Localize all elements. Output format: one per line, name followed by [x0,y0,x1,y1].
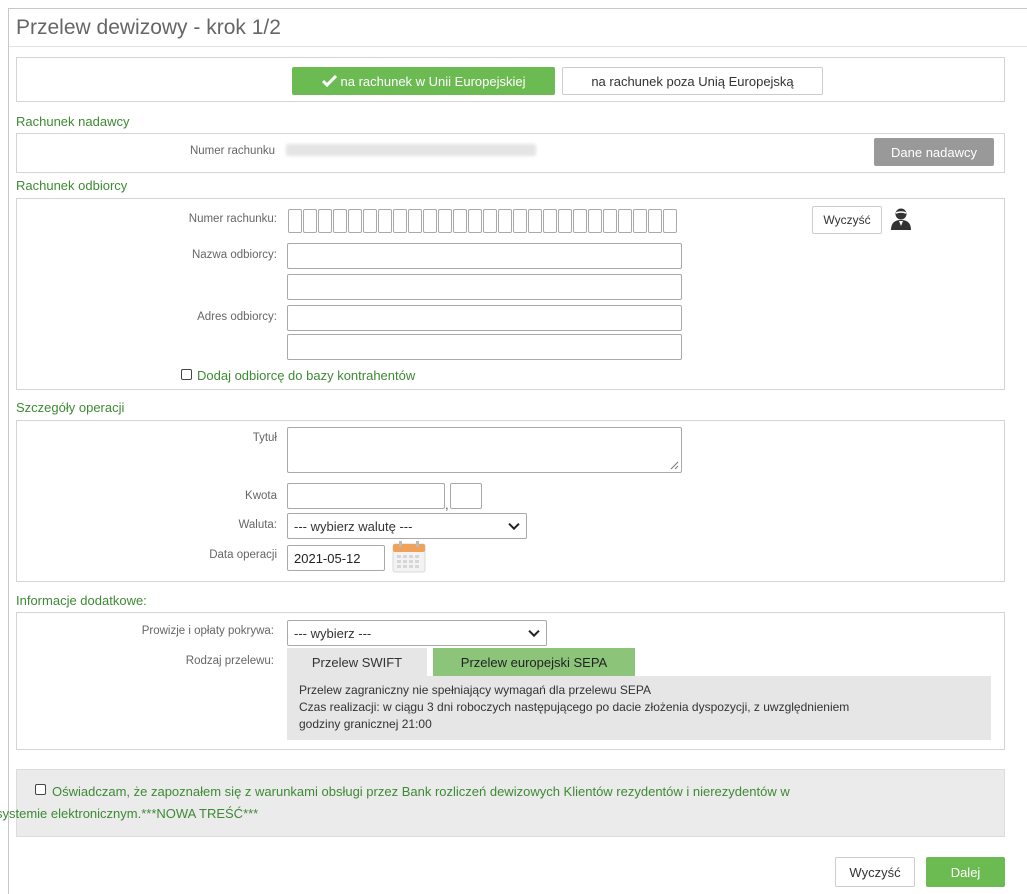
account-digit-input[interactable] [483,209,497,233]
account-digit-input[interactable] [423,209,437,233]
operation-date-value: 2021-05-12 [294,550,361,566]
fees-select-value: --- wybierz --- [294,625,372,641]
recipient-name-label: Nazwa odbiorcy: [191,249,277,261]
checkmark-icon [321,75,337,87]
operation-date-label: Data operacji [209,549,277,561]
currency-label: Waluta: [238,519,277,531]
account-digit-input[interactable] [408,209,422,233]
account-digit-input[interactable] [438,209,452,233]
sender-account-label: Numer rachunku [189,145,275,157]
transfer-info-line-1: Przelew zagraniczny nie spełniający wyma… [299,683,651,697]
account-digit-input[interactable] [468,209,482,233]
operation-date-input[interactable]: 2021-05-12 [287,545,385,571]
account-digit-input[interactable] [603,209,617,233]
transfer-info-line-2: Czas realizacji: w ciągu 3 dni roboczych… [299,700,850,714]
account-digit-input[interactable] [588,209,602,233]
transfer-title-textarea[interactable] [287,427,682,473]
chevron-down-icon [528,625,540,638]
sender-account-number [286,144,536,156]
chevron-down-icon [508,518,520,531]
clear-account-button[interactable]: Wyczyść [812,206,882,234]
additional-section-title: Informacje dodatkowe: [16,593,147,608]
recipient-name-input-2[interactable] [287,274,682,300]
recipient-section-title: Rachunek odbiorcy [16,178,128,193]
account-digit-input[interactable] [303,209,317,233]
clear-form-button[interactable]: Wyczyść [835,857,915,887]
account-digit-input[interactable] [618,209,632,233]
account-digit-input[interactable] [378,209,392,233]
clear-account-button-label: Wyczyść [823,213,871,227]
recipient-account-label: Numer rachunku: [188,213,277,225]
add-recipient-label: Dodaj odbiorcę do bazy kontrahentów [197,368,416,383]
account-digit-input[interactable] [348,209,362,233]
transfer-type-info: Przelew zagraniczny nie spełniający wyma… [287,676,991,740]
tab-swift-label: Przelew SWIFT [311,654,403,670]
currency-select-value: --- wybierz walutę --- [294,518,413,534]
declaration-line-1: Oświadczam, że zapoznałem się z warunkam… [52,784,790,799]
tab-swift[interactable]: Przelew SWIFT [287,648,427,676]
page-title: Przelew dewizowy - krok 1/2 [16,16,281,39]
next-button-label: Dalej [950,864,981,880]
account-digit-input[interactable] [648,209,662,233]
account-digit-input[interactable] [498,209,512,233]
recipient-address-input-2[interactable] [287,334,682,360]
clear-form-button-label: Wyczyść [849,864,901,880]
tab-non-eu-account-label: na rachunek poza Unią Europejską [591,73,794,89]
amount-decimal-input[interactable] [450,483,482,509]
operation-section-title: Szczegóły operacji [16,400,125,415]
recipient-address-input-1[interactable] [287,305,682,331]
resize-handle-icon[interactable] [670,461,679,470]
account-digit-input[interactable] [393,209,407,233]
sender-data-button[interactable]: Dane nadawcy [874,138,994,166]
account-digit-input[interactable] [453,209,467,233]
account-digit-input[interactable] [363,209,377,233]
account-digit-input[interactable] [558,209,572,233]
add-recipient-checkbox[interactable] [181,369,192,380]
next-button[interactable]: Dalej [926,857,1005,887]
tab-sepa[interactable]: Przelew europejski SEPA [433,648,635,676]
fees-label: Prowizje i opłaty pokrywa: [141,625,274,637]
transfer-info-line-3: godziny granicznej 21:00 [299,717,432,731]
account-digit-input[interactable] [333,209,347,233]
title-divider [9,46,1027,47]
tab-sepa-label: Przelew europejski SEPA [460,654,608,670]
account-digit-input[interactable] [513,209,527,233]
recipient-address-label: Adres odbiorcy: [197,311,277,323]
tab-eu-account[interactable]: na rachunek w Unii Europejskiej [292,67,555,95]
declaration-line-2: systemie elektronicznym.***NOWA TREŚĆ*** [0,806,259,821]
currency-select[interactable]: --- wybierz walutę --- [287,513,527,539]
declaration-text: Oświadczam, że zapoznałem się z warunkam… [0,781,984,825]
account-digit-input[interactable] [633,209,647,233]
tab-eu-account-label: na rachunek w Unii Europejskiej [340,73,526,89]
transfer-type-label: Rodzaj przelewu: [185,655,274,667]
sender-section-title: Rachunek nadawcy [16,114,130,129]
transfer-title-label: Tytuł [252,432,277,444]
account-digit-input[interactable] [573,209,587,233]
account-digit-input[interactable] [528,209,542,233]
calendar-icon[interactable] [392,541,426,573]
fees-select[interactable]: --- wybierz --- [287,620,547,646]
account-digit-input[interactable] [543,209,557,233]
account-digit-input[interactable] [288,209,302,233]
decimal-separator: , [445,497,449,512]
sender-data-button-label: Dane nadawcy [891,144,977,160]
recipient-name-input[interactable] [287,243,682,269]
account-digit-input[interactable] [663,209,677,233]
amount-label: Kwota [245,490,277,502]
account-digit-input[interactable] [318,209,332,233]
contact-book-icon[interactable] [890,207,912,231]
tab-non-eu-account[interactable]: na rachunek poza Unią Europejską [562,67,823,95]
amount-integer-input[interactable] [287,483,445,509]
